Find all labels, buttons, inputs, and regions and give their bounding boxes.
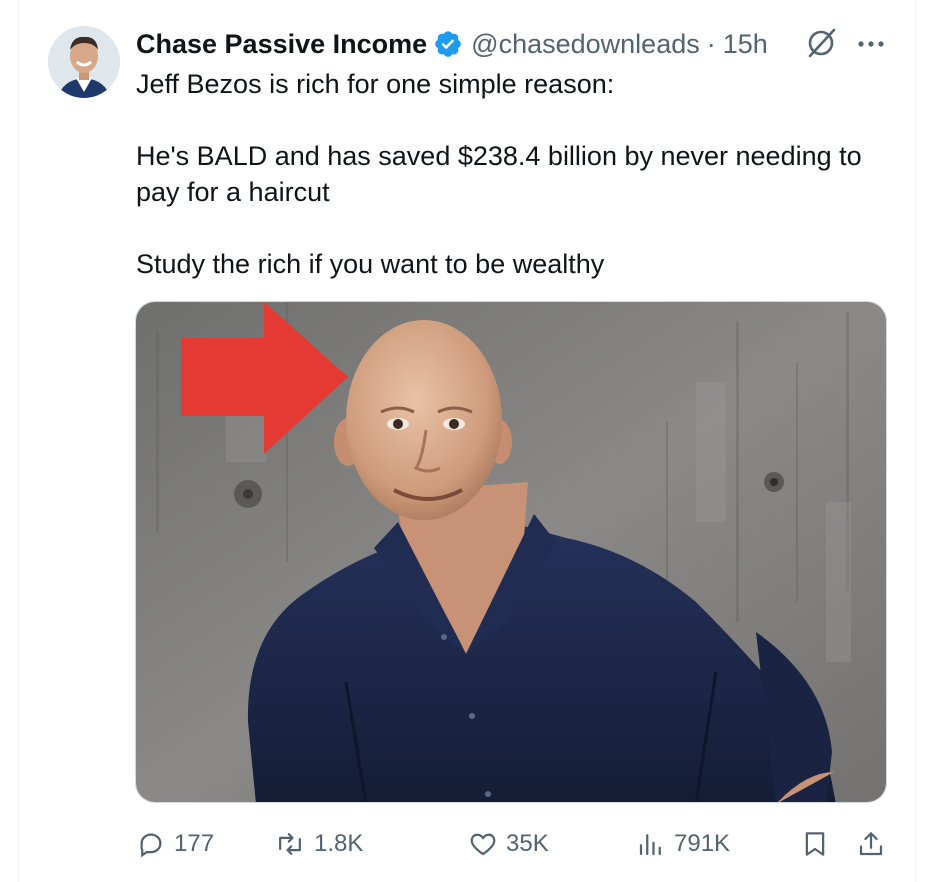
views-icon xyxy=(636,829,666,859)
views-button[interactable]: 791K xyxy=(636,822,730,866)
share-button[interactable] xyxy=(856,822,886,866)
reply-button[interactable]: 177 xyxy=(136,822,214,866)
tweet-text-line: Study the rich if you want to be wealthy xyxy=(136,249,605,279)
verified-badge-icon[interactable] xyxy=(433,29,463,59)
repost-count: 1.8K xyxy=(314,830,364,857)
views-count: 791K xyxy=(674,830,731,857)
tweet-header: Chase Passive Income @chasedownleads · 1… xyxy=(136,26,768,62)
avatar[interactable] xyxy=(48,26,120,98)
reply-count: 177 xyxy=(174,830,215,857)
separator-dot: · xyxy=(706,28,716,59)
author-handle[interactable]: @chasedownleads xyxy=(471,29,700,60)
tweet-photo[interactable] xyxy=(135,301,887,803)
tweet-text-line: He's BALD and has saved $238.4 billion b… xyxy=(136,141,862,207)
repost-button[interactable]: 1.8K xyxy=(274,822,363,866)
author-display-name[interactable]: Chase Passive Income xyxy=(136,29,427,60)
reply-icon xyxy=(136,829,166,859)
bookmark-button[interactable] xyxy=(800,822,830,866)
grok-icon[interactable] xyxy=(804,26,838,60)
action-bar: 177 1.8K 35K 791K xyxy=(136,822,888,866)
repost-icon xyxy=(274,829,306,859)
timestamp[interactable]: 15h xyxy=(723,29,768,60)
like-count: 35K xyxy=(506,830,549,857)
bookmark-icon xyxy=(800,829,830,859)
like-icon xyxy=(468,829,498,859)
tweet-text-line: Jeff Bezos is rich for one simple reason… xyxy=(136,69,615,99)
share-icon xyxy=(856,829,886,859)
tweet-text: Jeff Bezos is rich for one simple reason… xyxy=(136,66,896,282)
like-button[interactable]: 35K xyxy=(468,822,549,866)
more-icon[interactable] xyxy=(854,32,888,56)
